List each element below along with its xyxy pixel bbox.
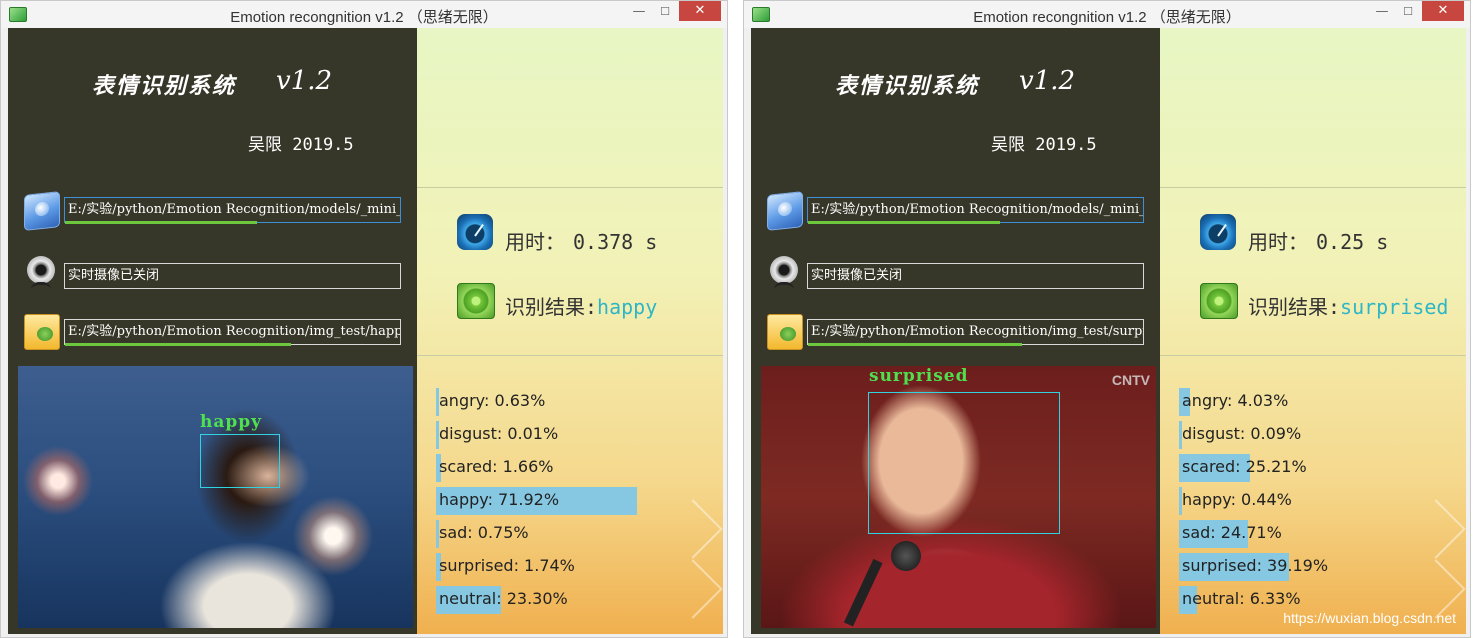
face-emotion-label: happy xyxy=(200,412,263,432)
window-title: Emotion recongnition v1.2 （思绪无限） xyxy=(973,9,1241,26)
emotion-label: surprised: 39.19% xyxy=(1182,556,1329,575)
time-label: 用时： 0.378 s xyxy=(505,230,658,254)
control-panel: 表情识别系统 v1.2 吴限 2019.5 E:/实验/python/Emoti… xyxy=(8,28,417,634)
divider xyxy=(1160,187,1466,188)
result-value: surprised xyxy=(1340,295,1449,319)
image-load-progress xyxy=(808,343,1022,346)
emotion-label: neutral: 6.33% xyxy=(1182,589,1301,608)
model-load-progress xyxy=(808,221,1000,224)
site-watermark: https://wuxian.blog.csdn.net xyxy=(1283,610,1456,626)
folder-image-icon[interactable] xyxy=(24,314,60,350)
camera-status-field[interactable]: 实时摄像已关闭 xyxy=(807,263,1144,289)
minimize-button[interactable]: — xyxy=(1372,3,1392,23)
version-label: v1.2 xyxy=(1019,66,1076,96)
gauge-icon xyxy=(457,214,493,250)
camera-status-field[interactable]: 实时摄像已关闭 xyxy=(64,263,401,289)
emotion-label: happy: 71.92% xyxy=(439,490,560,509)
app-window-1: Emotion recongnition v1.2 （思绪无限） — ☐ ✕ 表… xyxy=(0,0,728,638)
divider xyxy=(417,187,723,188)
model-path-field[interactable]: E:/实验/python/Emotion Recognition/models/… xyxy=(807,197,1144,223)
result-label: 识别结果:happy xyxy=(505,295,658,319)
result-label: 识别结果:surprised xyxy=(1248,295,1449,319)
folder-model-icon[interactable] xyxy=(767,191,803,231)
emotion-label: happy: 0.44% xyxy=(1182,490,1292,509)
result-panel: 用时： 0.25 s 识别结果:surprised angry: 4.03% dis… xyxy=(1160,28,1466,634)
emotion-label: angry: 0.63% xyxy=(439,391,546,410)
result-panel: 用时： 0.378 s 识别结果:happy angry: 0.63% disgus… xyxy=(417,28,723,634)
webcam-icon[interactable] xyxy=(767,256,801,290)
model-path-field[interactable]: E:/实验/python/Emotion Recognition/models/… xyxy=(64,197,401,223)
time-value: 0.378 s xyxy=(573,230,658,254)
folder-model-icon[interactable] xyxy=(24,191,60,231)
emotion-label: scared: 25.21% xyxy=(1182,457,1307,476)
maximize-button[interactable]: ☐ xyxy=(1398,3,1418,23)
face-bounding-box xyxy=(200,434,280,488)
gauge-icon xyxy=(1200,214,1236,250)
app-window-2: Emotion recongnition v1.2 （思绪无限） — ☐ ✕ 表… xyxy=(743,0,1471,638)
result-image: happy xyxy=(18,366,413,628)
image-load-progress xyxy=(65,343,291,346)
image-path-field[interactable]: E:/实验/python/Emotion Recognition/img_tes… xyxy=(807,319,1144,345)
version-label: v1.2 xyxy=(276,66,333,96)
emotion-label: disgust: 0.09% xyxy=(1182,424,1302,443)
face-bounding-box xyxy=(868,392,1060,534)
title-bar[interactable]: Emotion recongnition v1.2 （思绪无限） — ☐ ✕ xyxy=(1,1,727,28)
emotion-label: surprised: 1.74% xyxy=(439,556,575,575)
emotion-label: sad: 24.71% xyxy=(1182,523,1282,542)
window-title: Emotion recongnition v1.2 （思绪无限） xyxy=(230,9,498,26)
model-load-progress xyxy=(65,221,257,224)
close-button[interactable]: ✕ xyxy=(1422,1,1464,21)
author-label: 吴限 2019.5 xyxy=(991,135,1097,155)
result-value: happy xyxy=(597,295,658,319)
maximize-button[interactable]: ☐ xyxy=(655,3,675,23)
system-title: 表情识别系统 xyxy=(835,73,980,99)
radar-icon xyxy=(1200,283,1238,319)
minimize-button[interactable]: — xyxy=(629,3,649,23)
divider xyxy=(1160,355,1466,356)
author-label: 吴限 2019.5 xyxy=(248,135,354,155)
system-title: 表情识别系统 xyxy=(92,73,237,99)
emotion-label: angry: 4.03% xyxy=(1182,391,1289,410)
time-label: 用时： 0.25 s xyxy=(1248,230,1389,254)
webcam-icon[interactable] xyxy=(24,256,58,290)
control-panel: 表情识别系统 v1.2 吴限 2019.5 E:/实验/python/Emoti… xyxy=(751,28,1160,634)
emotion-label: scared: 1.66% xyxy=(439,457,554,476)
emotion-label: disgust: 0.01% xyxy=(439,424,559,443)
radar-icon xyxy=(457,283,495,319)
microphone-head xyxy=(891,541,921,571)
result-image: CNTV surprised xyxy=(761,366,1156,628)
time-value: 0.25 s xyxy=(1316,230,1389,254)
emotion-label: sad: 0.75% xyxy=(439,523,529,542)
divider xyxy=(417,355,723,356)
microphone xyxy=(843,558,883,627)
image-path-field[interactable]: E:/实验/python/Emotion Recognition/img_tes… xyxy=(64,319,401,345)
face-emotion-label: surprised xyxy=(869,366,969,386)
close-button[interactable]: ✕ xyxy=(679,1,721,21)
emotion-label: neutral: 23.30% xyxy=(439,589,568,608)
title-bar[interactable]: Emotion recongnition v1.2 （思绪无限） — ☐ ✕ xyxy=(744,1,1470,28)
photo-watermark: CNTV xyxy=(1111,372,1150,388)
folder-image-icon[interactable] xyxy=(767,314,803,350)
